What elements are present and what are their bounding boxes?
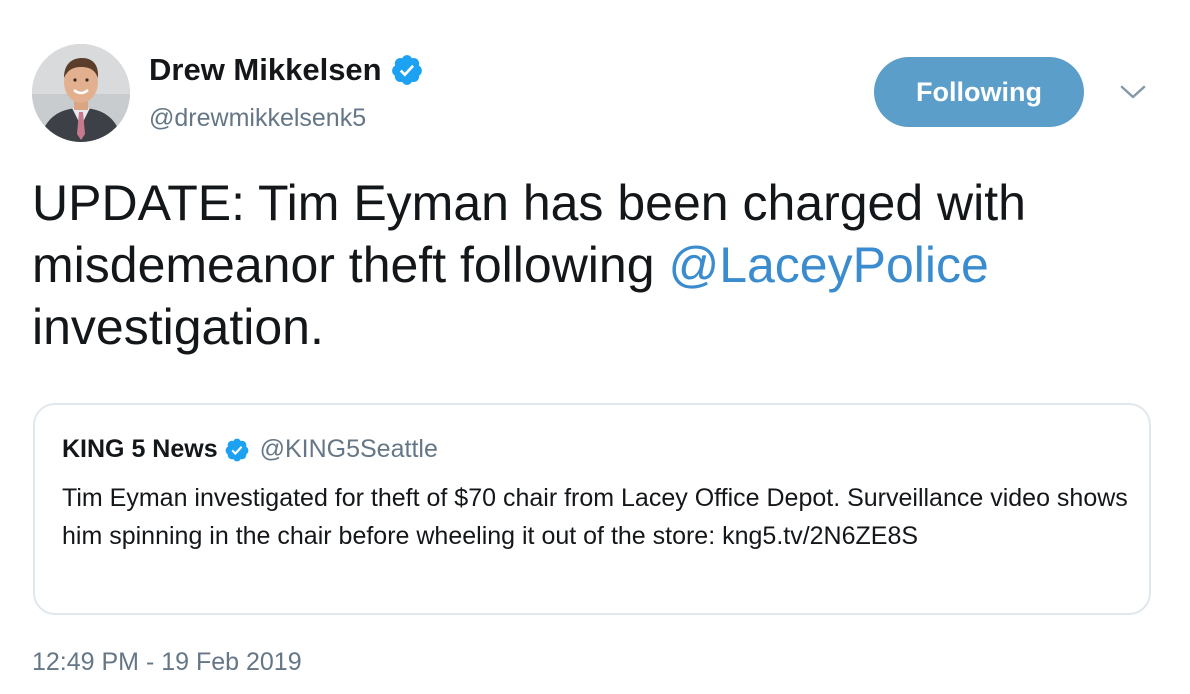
avatar[interactable] [32,44,130,142]
chevron-down-icon[interactable] [1118,82,1148,102]
tweet-timestamp[interactable]: 12:49 PM - 19 Feb 2019 [32,648,302,677]
tweet-text: UPDATE: Tim Eyman has been charged with … [32,172,1162,358]
verified-badge-icon [391,55,422,85]
tweet-card: Drew Mikkelsen @drewmikkelsenk5 Followin… [0,0,1190,694]
verified-badge-icon [225,438,248,461]
author-handle[interactable]: @drewmikkelsenk5 [149,104,366,133]
quoted-tweet-text: Tim Eyman investigated for theft of $70 … [62,484,1128,550]
mention-link[interactable]: @LaceyPolice [668,237,988,293]
quoted-tweet-header: KING 5 News @KING5Seattle [62,435,438,464]
following-button[interactable]: Following [874,57,1084,127]
quoted-tweet-card[interactable]: KING 5 News @KING5Seattle Tim Eyman inve… [33,403,1151,615]
author-name[interactable]: Drew Mikkelsen [149,52,424,88]
author-name-text: Drew Mikkelsen [149,52,382,87]
quoted-author-handle: @KING5Seattle [259,435,438,463]
tweet-text-after: investigation. [32,299,324,355]
quoted-author-name: KING 5 News [62,435,218,463]
avatar-image [32,44,130,142]
